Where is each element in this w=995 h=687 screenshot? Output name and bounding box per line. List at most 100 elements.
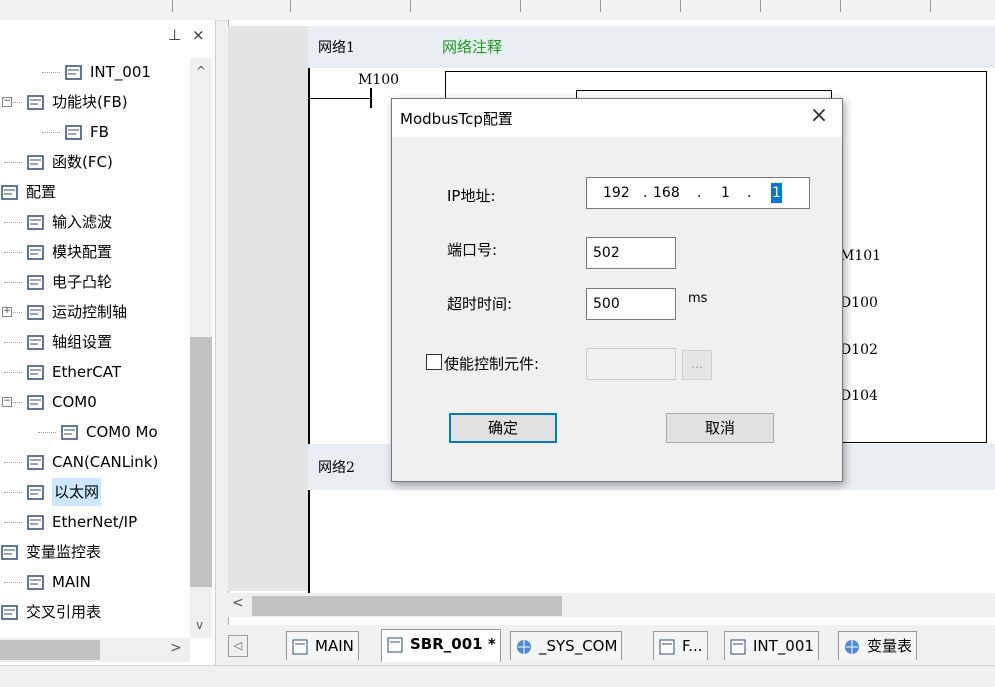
tree-item-label: 模块配置 [52, 243, 113, 261]
tree-item-main-program[interactable]: MAIN [0, 568, 190, 596]
fb-icon [64, 123, 84, 141]
tree-item-config[interactable]: 配置 [0, 178, 190, 206]
status-bar [0, 665, 995, 687]
tree-item-com-port[interactable]: − COM0 [0, 388, 190, 416]
motion-axis-icon [26, 303, 46, 321]
tab-label: F... [682, 637, 703, 655]
ip-octet-2[interactable]: 168 [653, 178, 680, 208]
tree-item-function[interactable]: 函数(FC) [0, 148, 190, 176]
config-icon [0, 183, 20, 201]
timeout-input[interactable]: 500 [586, 288, 676, 320]
pin-icon[interactable]: ⊥ [168, 26, 181, 44]
scroll-down-icon[interactable]: v [196, 618, 203, 632]
output-d100: D100 [840, 295, 878, 311]
power-rail [308, 68, 310, 598]
output-d104: D104 [840, 388, 878, 404]
tabs-scroll-left-icon[interactable]: ◁ [228, 635, 248, 657]
tree-item-label: 运动控制轴 [52, 303, 128, 321]
network1-comment[interactable]: 网络注释 [442, 36, 502, 57]
tree-item-label: 电子凸轮 [52, 273, 113, 291]
tree-item-modbus[interactable]: COM0 Mo [0, 418, 190, 446]
rung-wire [310, 98, 370, 99]
ip-octet-3[interactable]: 1 [721, 178, 730, 208]
enable-checkbox[interactable] [426, 354, 442, 370]
panel-header: ⊥ × [0, 20, 215, 52]
electronic-cam-icon [26, 273, 46, 291]
tab-label: _SYS_COM [539, 637, 618, 655]
scroll-up-icon[interactable]: ^ [196, 64, 206, 78]
tree-item-axis-group[interactable]: 轴组设置 [0, 328, 190, 356]
program-icon [64, 63, 84, 81]
port-input[interactable]: 502 [586, 237, 676, 269]
tree-item-fb[interactable]: FB [0, 118, 190, 146]
tree-item-cross-reference[interactable]: 交叉引用表 [0, 598, 190, 626]
tree-item-label: 变量监控表 [26, 543, 102, 561]
tree-item-label: COM0 Mo [86, 423, 158, 441]
fb-icon [658, 637, 676, 655]
tree-item-module-config[interactable]: 模块配置 [0, 238, 190, 266]
tree-item-label: 以太网 [52, 478, 102, 506]
tree-item-motion-axis[interactable]: + 运动控制轴 [0, 298, 190, 326]
can-icon [26, 453, 46, 471]
monitor-icon [0, 543, 20, 561]
expander-icon[interactable]: − [2, 97, 12, 107]
close-panel-icon[interactable]: × [192, 26, 205, 44]
tab-main[interactable]: MAIN [286, 631, 359, 660]
ethercat-icon [26, 363, 46, 381]
tree-item-ethercat[interactable]: EtherCAT [0, 358, 190, 386]
program-icon [291, 637, 309, 655]
tree-item-label: 输入滤波 [52, 213, 113, 231]
subroutine-icon [386, 635, 404, 653]
function-icon [26, 153, 46, 171]
expander-icon[interactable]: + [2, 307, 12, 317]
tree-scroll-thumb[interactable] [190, 337, 212, 587]
tree-item-monitor[interactable]: 变量监控表 [0, 538, 190, 566]
scroll-right-icon[interactable]: > [170, 640, 182, 656]
tab-label: SBR_001 * [410, 635, 496, 653]
network2-label: 网络2 [318, 460, 355, 476]
tree-item-program[interactable]: INT_001 [0, 58, 190, 86]
tree-item-label: 交叉引用表 [26, 603, 102, 621]
tree-item-can[interactable]: CAN(CANLink) [0, 448, 190, 476]
timeout-unit: ms [688, 291, 708, 306]
tree-item-electronic-cam[interactable]: 电子凸轮 [0, 268, 190, 296]
tab-label: 变量表 [867, 637, 913, 655]
modbus-tcp-dialog: ModbusTcp配置 × IP地址: 192 . 168 . 1 . 1 端口… [391, 98, 843, 482]
tab-sbr-001[interactable]: SBR_001 * [381, 629, 501, 662]
tree-item-label: 功能块(FB) [52, 93, 128, 111]
tab-f[interactable]: F... [653, 631, 708, 660]
tree-item-label: INT_001 [90, 63, 151, 81]
cancel-button[interactable]: 取消 [666, 413, 774, 443]
tab-[interactable]: 变量表 [838, 631, 918, 660]
ok-button[interactable]: 确定 [449, 413, 557, 443]
editor-hscroll-thumb[interactable] [252, 596, 562, 616]
enable-element-field [586, 348, 676, 380]
ip-octet-4[interactable]: 1 [771, 183, 782, 203]
close-icon[interactable]: × [806, 103, 832, 129]
program-icon [729, 637, 747, 655]
tree-hscroll-thumb[interactable] [0, 640, 100, 660]
tab-int-001[interactable]: INT_001 [724, 631, 819, 660]
cross-reference-icon [0, 603, 20, 621]
com-port-icon [26, 393, 46, 411]
expander-icon[interactable]: − [2, 397, 12, 407]
ip-label: IP地址: [447, 187, 496, 205]
network1-header[interactable]: 网络1 网络注释 [308, 26, 995, 68]
contact-symbol[interactable] [370, 88, 372, 108]
main-program-icon [26, 573, 46, 591]
tree-item-ethernet[interactable]: 以太网 [0, 478, 190, 506]
dialog-titlebar[interactable]: ModbusTcp配置 × [392, 99, 842, 137]
tree-item-input-filter[interactable]: 输入滤波 [0, 208, 190, 236]
tab-sys-com[interactable]: _SYS_COM [510, 631, 623, 660]
ip-octet-1[interactable]: 192 [603, 178, 630, 208]
toolbar [0, 0, 995, 21]
tree-item-label: MAIN [52, 573, 91, 591]
dialog-title: ModbusTcp配置 [400, 110, 513, 128]
globe-icon [843, 637, 861, 655]
ip-address-field[interactable]: 192 . 168 . 1 . 1 [586, 177, 810, 209]
function-block-icon [26, 93, 46, 111]
tree-item-function-block[interactable]: − 功能块(FB) [0, 88, 190, 116]
scroll-left-icon[interactable]: < [232, 595, 244, 611]
tree-item-ethernet-ip[interactable]: EtherNet/IP [0, 508, 190, 536]
tree-item-label: CAN(CANLink) [52, 453, 159, 471]
